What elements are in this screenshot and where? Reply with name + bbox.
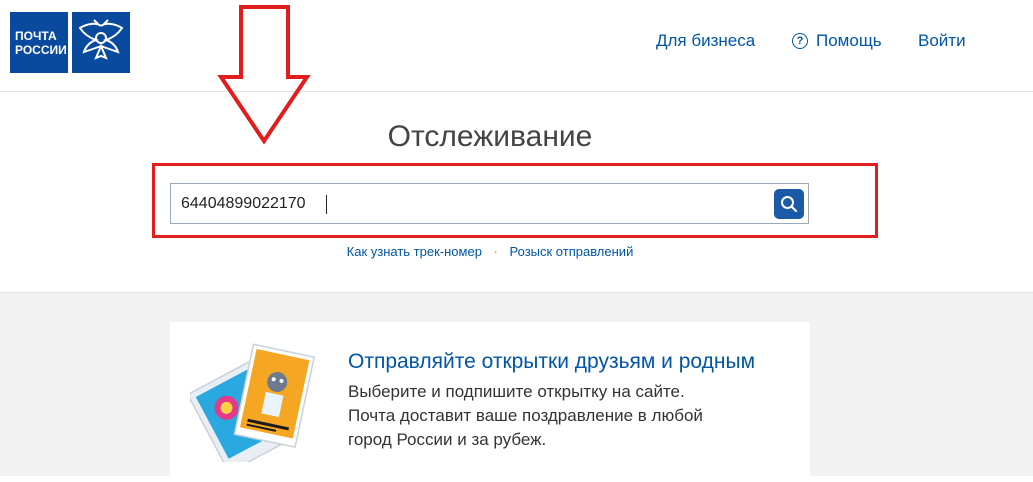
link-separator: · [493,244,498,259]
promo-line-3: город России и за рубеж. [348,430,547,449]
logo-line-1: ПОЧТА [15,28,57,43]
search-shipments-link[interactable]: Розыск отправлений [510,244,634,259]
search-icon [781,196,798,213]
russian-post-logo[interactable]: ПОЧТА РОССИИ [10,12,130,73]
logo-text: ПОЧТА РОССИИ [10,12,68,73]
search-button[interactable] [774,189,804,219]
logo-line-2: РОССИИ [15,42,67,57]
nav-help-link[interactable]: ? Помощь [792,31,882,51]
help-icon: ? [792,33,808,49]
promo-line-1: Выберите и подпишите открытку на сайте. [348,382,685,401]
promo-line-2: Почта доставит ваше поздравление в любой [348,406,703,425]
tracking-search-box [170,183,809,224]
tracking-number-input[interactable] [181,193,761,215]
promo-description: Выберите и подпишите открытку на сайте. … [348,380,768,452]
eagle-emblem-icon [72,12,130,73]
header: ПОЧТА РОССИИ Для бизнеса ? Помощь Войти [0,0,1033,92]
promo-title[interactable]: Отправляйте открытки друзьям и родным [348,350,755,374]
nav-login-link[interactable]: Войти [918,31,966,51]
postcards-promo-card[interactable]: Отправляйте открытки друзьям и родным Вы… [170,322,810,482]
page-title: Отслеживание [387,120,593,153]
nav-business-link[interactable]: Для бизнеса [656,31,755,51]
postcards-illustration-icon [190,343,316,462]
text-cursor [326,195,327,214]
helper-links: Как узнать трек-номер · Розыск отправлен… [0,244,980,259]
how-to-find-track-link[interactable]: Как узнать трек-номер [347,244,482,259]
nav-help-label: Помощь [816,31,882,50]
